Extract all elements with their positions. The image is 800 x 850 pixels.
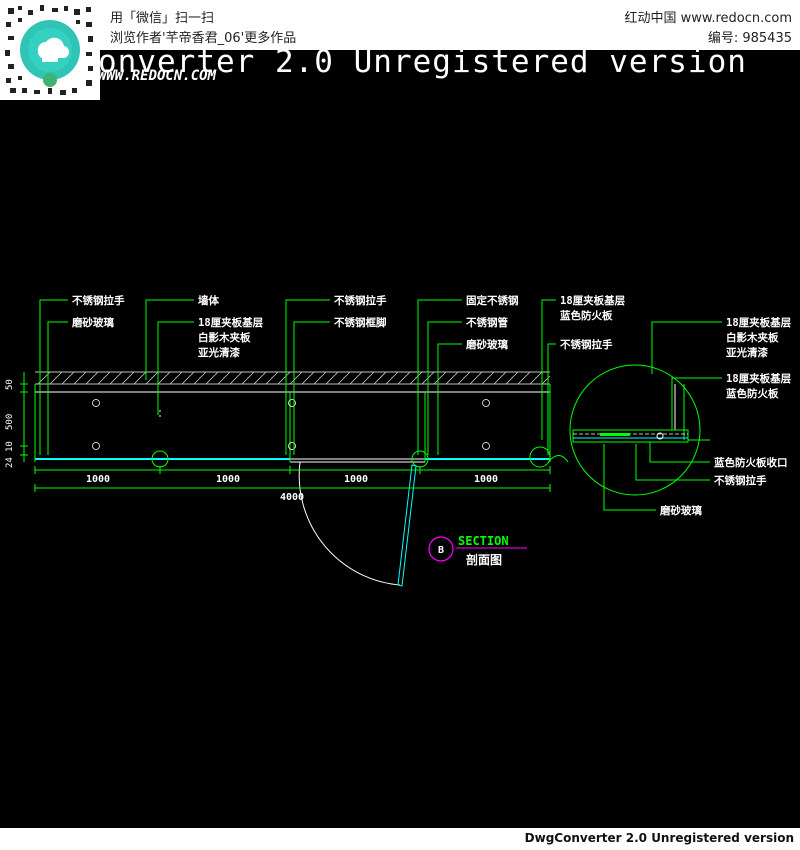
site-link[interactable]: 红动中国 www.redocn.com — [624, 7, 792, 26]
label-handle-1: 不锈钢拉手 — [72, 294, 125, 307]
label-steel-tube: 不锈钢管 — [466, 316, 508, 329]
dim-v-24: 24 — [5, 457, 15, 468]
cad-drawing: onverter 2.0 Unregistered version WWW.RE… — [5, 50, 792, 587]
label-lacquer-1: 亚光清漆 — [198, 346, 240, 359]
detail-label-fireboard: 蓝色防火板 — [726, 387, 779, 400]
detail-label-edge: 蓝色防火板收口 — [714, 456, 788, 469]
section-subtitle: 剖面图 — [466, 552, 502, 567]
dim-1000-b: 1000 — [216, 474, 240, 485]
dim-total-4000: 4000 — [280, 492, 304, 503]
label-plywood-1: 18厘夹板基层 — [198, 316, 264, 329]
label-wall: 墙体 — [198, 294, 219, 307]
detail-label-handle: 不锈钢拉手 — [714, 474, 767, 487]
qr-code-icon — [0, 0, 100, 100]
door-leaf — [397, 464, 417, 587]
header-bar: 用「微信」扫一扫 浏览作者'芊帝香君_06'更多作品 红动中国 www.redo… — [0, 0, 800, 50]
label-steel-frame: 不锈钢框脚 — [334, 316, 387, 329]
label-fixed-steel: 固定不锈钢 — [466, 294, 519, 307]
author-link[interactable]: 浏览作者'芊帝香君_06'更多作品 — [110, 27, 296, 46]
cad-drawing-canvas: onverter 2.0 Unregistered version WWW.RE… — [0, 50, 800, 828]
section-marker-letter: B — [438, 545, 444, 556]
bolt-symbols — [92, 399, 490, 450]
footer-bar: DwgConverter 2.0 Unregistered version — [0, 828, 800, 850]
scan-text: 用「微信」扫一扫 — [110, 11, 215, 26]
dim-1000-a: 1000 — [86, 474, 110, 485]
dim-1000-c: 1000 — [344, 474, 368, 485]
label-veneer-1: 白影木夹板 — [198, 331, 251, 344]
detail-label-glass: 磨砂玻璃 — [659, 504, 702, 517]
detail-label-plywood: 18厘夹板基层 — [726, 316, 792, 329]
detail-section — [572, 384, 689, 443]
label-glass-1: 磨砂玻璃 — [71, 316, 114, 329]
dim-v-50: 50 — [5, 379, 15, 390]
detail-link-curve — [549, 455, 569, 463]
id-text: 编号: 985435 — [707, 31, 792, 46]
wall-panel — [34, 391, 551, 460]
watermark-redocn: WWW.REDOCN.COM — [98, 68, 217, 84]
label-glass-2: 磨砂玻璃 — [465, 338, 508, 351]
label-handle-2: 不锈钢拉手 — [334, 294, 387, 307]
section-title: SECTION — [458, 534, 509, 548]
horizontal-dimension — [34, 466, 551, 492]
qr-code[interactable] — [0, 0, 100, 100]
panel-divisions — [34, 384, 551, 462]
detail-label-plywood-2: 18厘夹板基层 — [726, 372, 792, 385]
vertical-dimension — [20, 372, 28, 462]
label-fireboard-1: 蓝色防火板 — [560, 309, 613, 322]
dim-v-500: 500 — [5, 414, 15, 430]
detail-label-veneer: 白影木夹板 — [726, 331, 779, 344]
dim-1000-d: 1000 — [474, 474, 498, 485]
wall-hatch — [35, 371, 551, 385]
label-handle-3: 不锈钢拉手 — [560, 338, 613, 351]
detail-label-lacquer: 亚光清漆 — [726, 346, 768, 359]
dim-v-10: 10 — [5, 441, 15, 452]
detail-leaders — [603, 321, 722, 511]
label-plywood-2: 18厘夹板基层 — [560, 294, 626, 307]
detail-callouts — [151, 446, 551, 468]
unregistered-footer: DwgConverter 2.0 Unregistered version — [524, 831, 794, 845]
